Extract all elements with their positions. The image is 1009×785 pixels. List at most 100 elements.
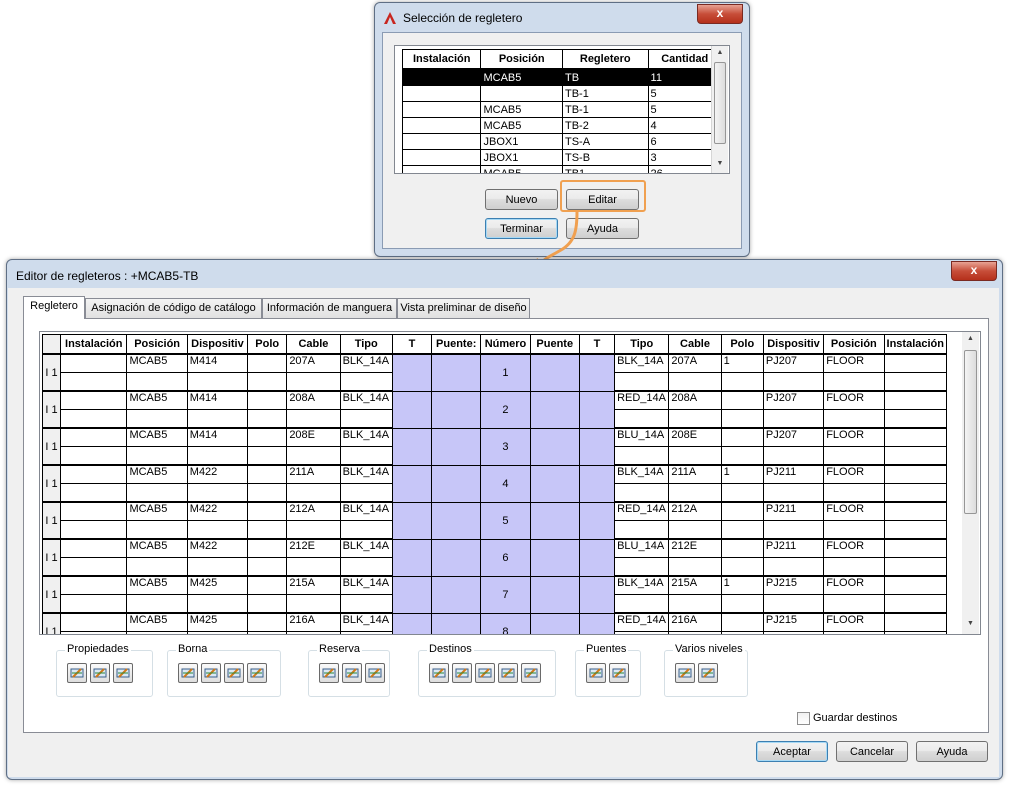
- table-cell[interactable]: [60, 427, 128, 447]
- table-cell[interactable]: 212A: [286, 501, 341, 521]
- table-cell[interactable]: 207A: [286, 353, 341, 373]
- table-cell[interactable]: BLK_14A: [614, 353, 670, 373]
- table-cell[interactable]: M422: [186, 538, 249, 558]
- jumper-cell[interactable]: [391, 575, 433, 614]
- table-cell[interactable]: [883, 427, 948, 447]
- cancel-button[interactable]: Cancelar: [836, 741, 908, 762]
- table-cell[interactable]: 208E: [286, 427, 341, 447]
- column-header[interactable]: Polo: [247, 334, 288, 355]
- table-cell[interactable]: [126, 483, 188, 503]
- table-cell[interactable]: [720, 538, 764, 558]
- table-cell[interactable]: [720, 372, 764, 392]
- table-cell[interactable]: FLOOR: [823, 464, 885, 484]
- table-cell[interactable]: [247, 594, 288, 614]
- row-header[interactable]: I 1: [41, 575, 62, 614]
- table-cell[interactable]: [60, 501, 128, 521]
- table-cell[interactable]: [247, 575, 288, 595]
- table-cell[interactable]: BLK_14A: [339, 612, 393, 632]
- table-row[interactable]: I 1 MCAB5 M425 215A BLK_14A 7 BLK_14A 215A 1 PJ21…: [41, 575, 948, 614]
- column-header[interactable]: T: [391, 334, 433, 355]
- table-cell[interactable]: [762, 594, 825, 614]
- table-cell[interactable]: 216A: [668, 612, 722, 632]
- help-button[interactable]: Ayuda: [916, 741, 988, 762]
- table-cell[interactable]: [762, 409, 825, 429]
- table-cell[interactable]: [883, 538, 948, 558]
- table-cell[interactable]: [186, 631, 249, 634]
- table-cell[interactable]: 1: [720, 464, 764, 484]
- close-button[interactable]: x: [697, 4, 743, 24]
- table-cell[interactable]: MCAB5: [126, 575, 188, 595]
- jumper-cell[interactable]: [431, 427, 482, 466]
- table-cell[interactable]: [286, 446, 341, 466]
- table-cell[interactable]: [762, 446, 825, 466]
- table-cell[interactable]: [60, 631, 128, 634]
- table-cell[interactable]: [286, 372, 341, 392]
- table-row[interactable]: MCAB5 TB1 26: [401, 165, 723, 173]
- table-cell[interactable]: [247, 446, 288, 466]
- table-cell[interactable]: [247, 557, 288, 577]
- table-cell[interactable]: [720, 427, 764, 447]
- table-cell[interactable]: FLOOR: [823, 575, 885, 595]
- terminal-number[interactable]: 7: [480, 575, 531, 614]
- insert-spare-icon[interactable]: [342, 663, 362, 683]
- table-cell[interactable]: [883, 446, 948, 466]
- table-cell[interactable]: BLK_14A: [339, 390, 393, 410]
- table-cell[interactable]: FLOOR: [823, 538, 885, 558]
- table-cell[interactable]: [247, 520, 288, 540]
- table-cell[interactable]: [762, 483, 825, 503]
- table-row[interactable]: I 1 MCAB5 M425 216A BLK_14A 8 RED_14A 216A PJ215…: [41, 612, 948, 634]
- table-cell[interactable]: [247, 409, 288, 429]
- table-cell[interactable]: M422: [186, 464, 249, 484]
- terminal-number[interactable]: 1: [480, 353, 531, 392]
- table-cell[interactable]: [126, 557, 188, 577]
- jumper-cell[interactable]: [578, 353, 616, 392]
- column-header[interactable]: Puente: [529, 334, 580, 355]
- table-cell[interactable]: [339, 631, 393, 634]
- table-cell[interactable]: [126, 409, 188, 429]
- terminal-number[interactable]: 4: [480, 464, 531, 503]
- table-cell[interactable]: [668, 594, 722, 614]
- table-row[interactable]: MCAB5 TB-2 4: [401, 117, 723, 134]
- table-cell[interactable]: [883, 501, 948, 521]
- table-cell[interactable]: PJ211: [762, 538, 825, 558]
- multilevel-icon[interactable]: [675, 663, 695, 683]
- terminal-grid[interactable]: Instalación Posición Dispositiv Polo Cable Ti…: [39, 331, 981, 635]
- terminal-number[interactable]: 8: [480, 612, 531, 634]
- table-cell[interactable]: 215A: [286, 575, 341, 595]
- table-cell[interactable]: [186, 557, 249, 577]
- table-cell[interactable]: [720, 501, 764, 521]
- table-cell[interactable]: FLOOR: [823, 501, 885, 521]
- column-header[interactable]: Tipo: [614, 334, 670, 355]
- table-cell[interactable]: [720, 483, 764, 503]
- table-cell[interactable]: PJ215: [762, 612, 825, 632]
- table-cell[interactable]: [720, 390, 764, 410]
- jumper-cell[interactable]: [529, 612, 580, 634]
- table-cell[interactable]: [60, 612, 128, 632]
- jumper-cell[interactable]: [578, 575, 616, 614]
- jumper-cell[interactable]: [391, 427, 433, 466]
- table-cell[interactable]: [286, 520, 341, 540]
- multilevel-edit-icon[interactable]: [698, 663, 718, 683]
- table-cell[interactable]: [126, 594, 188, 614]
- table-cell[interactable]: 211A: [286, 464, 341, 484]
- jumper-cell[interactable]: [391, 353, 433, 392]
- table-row[interactable]: JBOX1 TS-A 6: [401, 133, 723, 150]
- table-cell[interactable]: 207A: [668, 353, 722, 373]
- scroll-down-icon[interactable]: ▼: [712, 160, 728, 167]
- jumper-cell[interactable]: [529, 427, 580, 466]
- table-cell[interactable]: PJ207: [762, 390, 825, 410]
- table-cell[interactable]: RED_14A: [614, 612, 670, 632]
- table-cell[interactable]: 212E: [668, 538, 722, 558]
- table-cell[interactable]: [339, 520, 393, 540]
- terminal-number[interactable]: 6: [480, 538, 531, 577]
- column-header[interactable]: Dispositiv: [186, 334, 249, 355]
- column-header[interactable]: Instalación: [60, 334, 128, 355]
- jumper-cell[interactable]: [391, 612, 433, 634]
- table-cell[interactable]: MCAB5: [126, 390, 188, 410]
- table-cell[interactable]: [339, 372, 393, 392]
- table-cell[interactable]: 216A: [286, 612, 341, 632]
- accept-button[interactable]: Aceptar: [756, 741, 828, 762]
- column-header[interactable]: Cable: [286, 334, 341, 355]
- table-cell[interactable]: [60, 483, 128, 503]
- scroll-thumb[interactable]: [714, 62, 726, 144]
